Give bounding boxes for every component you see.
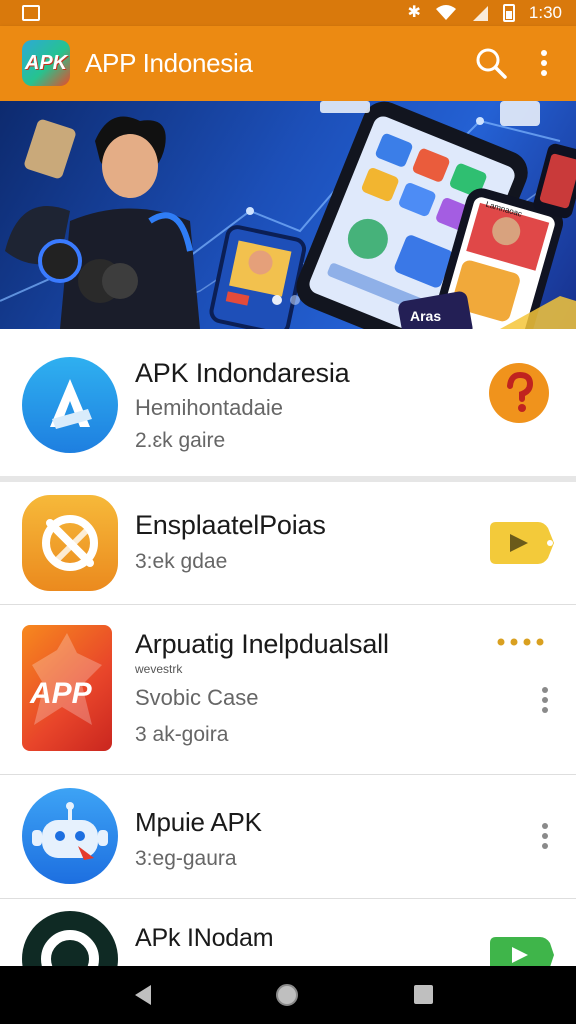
app-title: APk INodam [135,924,274,952]
page-title: APP Indonesia [85,48,253,78]
app-ring-icon [22,911,118,966]
app-meta: 2.ɛk gaire [135,429,226,452]
banner-pager[interactable] [272,295,300,305]
home-icon[interactable] [276,984,298,1006]
app-title: APK Indondaresia [135,358,350,388]
battery-icon [502,4,515,22]
app-subtitle: Hemihontadaie [135,395,283,420]
status-bar: ✱ 1:30 [0,0,576,26]
app-subtitle: Svobic Case [135,685,259,710]
play-tag-icon[interactable] [488,520,556,566]
app-title: Arpuatig Inelpdualsall [135,629,389,659]
play-tag-icon[interactable] [488,935,556,966]
more-vert-icon[interactable] [532,48,556,78]
list-item[interactable]: APk INodam [0,899,576,966]
app-tag: wevestrk [135,662,183,676]
pager-dot[interactable] [290,295,300,305]
app-scan-icon [22,495,118,591]
app-title: Mpuie APK [135,807,262,837]
app-meta: 3:eg-gaura [135,847,237,870]
status-time: 1:30 [528,3,562,22]
app-store-icon [22,357,118,453]
screenshot-icon [22,5,40,21]
app-meta: 3 ak-goira [135,723,229,746]
system-nav-bar [0,966,576,1024]
rating-dots-icon [497,638,544,646]
list-item[interactable]: EnsplaatelPoias 3:ek gdae [0,488,576,605]
search-icon[interactable] [474,46,508,80]
app-meta: 3:ek gdae [135,550,228,573]
list-item[interactable]: APK Indondaresia Hemihontadaie 2.ɛk gair… [0,329,576,482]
app-logo[interactable]: APK [22,40,70,86]
app-app-icon: APP [22,625,112,751]
banner-corner-text: Aras [410,308,441,324]
wifi-icon [435,5,456,20]
back-icon[interactable] [133,983,153,1007]
app-bar: APK APP Indonesia [0,26,576,101]
list-item[interactable]: Mpuie APK 3:eg-gaura [0,775,576,899]
signal-icon [472,6,488,21]
app-robot-icon [22,788,118,884]
app-title: EnsplaatelPoias [135,510,326,540]
bluetooth-icon: ✱ [407,4,421,21]
app-logo-text: APK [24,51,68,74]
recents-icon[interactable] [414,985,433,1004]
more-vert-icon[interactable] [534,685,556,715]
question-button-icon[interactable] [487,361,551,425]
app-icon-text: APP [29,677,93,710]
pager-dot-active[interactable] [272,295,282,305]
list-item[interactable]: APP Arpuatig Inelpdualsall wevestrk Svob… [0,605,576,775]
more-vert-icon[interactable] [534,821,556,851]
